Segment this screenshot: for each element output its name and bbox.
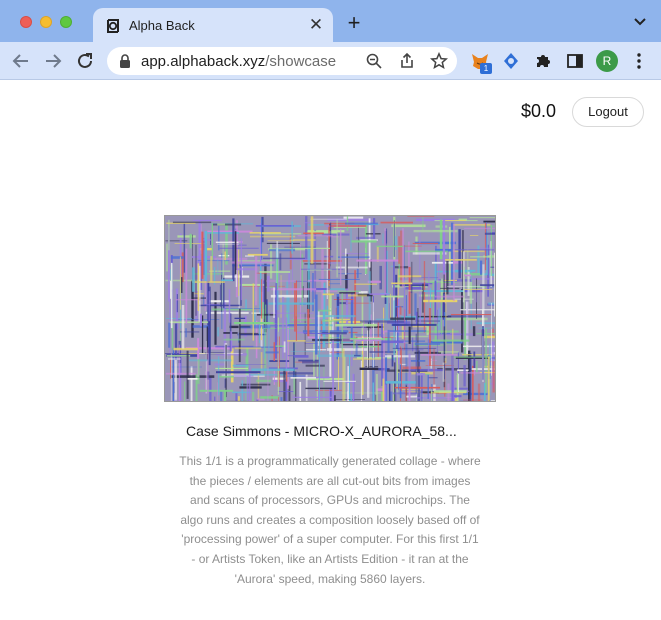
forward-arrow-icon[interactable]: [42, 50, 64, 72]
showcase-page: $0.0 Logout Case Simmons - MICRO-X_AUROR…: [0, 81, 661, 620]
maximize-window-button[interactable]: [60, 16, 72, 28]
puzzle-icon[interactable]: [533, 51, 553, 71]
artwork-description: This 1/1 is a programmatically generated…: [179, 454, 481, 586]
new-tab-button[interactable]: +: [343, 12, 365, 35]
share-icon[interactable]: [398, 52, 416, 70]
collage-artwork: [165, 216, 495, 401]
chevron-down-icon[interactable]: [633, 16, 647, 28]
extension-badge: 1: [480, 63, 492, 74]
url-text: app.alphaback.xyz/showcase: [141, 53, 336, 70]
tab-strip: Alpha Back ✕ +: [0, 0, 661, 42]
alpha-back-logo-icon: [107, 19, 119, 33]
lock-icon[interactable]: [119, 54, 131, 68]
tab-title: Alpha Back: [129, 18, 195, 33]
browser-toolbar: app.alphaback.xyz/showcase 1 R: [0, 42, 661, 80]
close-window-button[interactable]: [20, 16, 32, 28]
kebab-menu-icon[interactable]: [630, 51, 648, 71]
zoom-icon[interactable]: [365, 52, 383, 70]
reload-icon[interactable]: [74, 50, 96, 72]
back-arrow-icon[interactable]: [10, 50, 32, 72]
logout-button[interactable]: Logout: [572, 97, 644, 127]
browser-window: Alpha Back ✕ + app.alphaback.xyz/showcas…: [0, 0, 661, 620]
profile-avatar[interactable]: R: [596, 50, 618, 72]
blue-extension-icon[interactable]: [501, 51, 521, 71]
side-panel-icon[interactable]: [565, 51, 585, 71]
wallet-balance: $0.0: [521, 101, 557, 121]
url-host: app.alphaback.xyz: [141, 53, 266, 70]
artwork-image[interactable]: [164, 215, 496, 402]
url-path: /showcase: [265, 53, 337, 70]
minimize-window-button[interactable]: [40, 16, 52, 28]
tab-alpha-back[interactable]: Alpha Back ✕: [93, 8, 333, 42]
close-tab-icon[interactable]: ✕: [307, 16, 325, 34]
star-icon[interactable]: [430, 52, 448, 70]
address-bar[interactable]: app.alphaback.xyz/showcase: [107, 47, 457, 75]
artwork-title[interactable]: Case Simmons - MICRO-X_AURORA_58...: [186, 423, 457, 439]
